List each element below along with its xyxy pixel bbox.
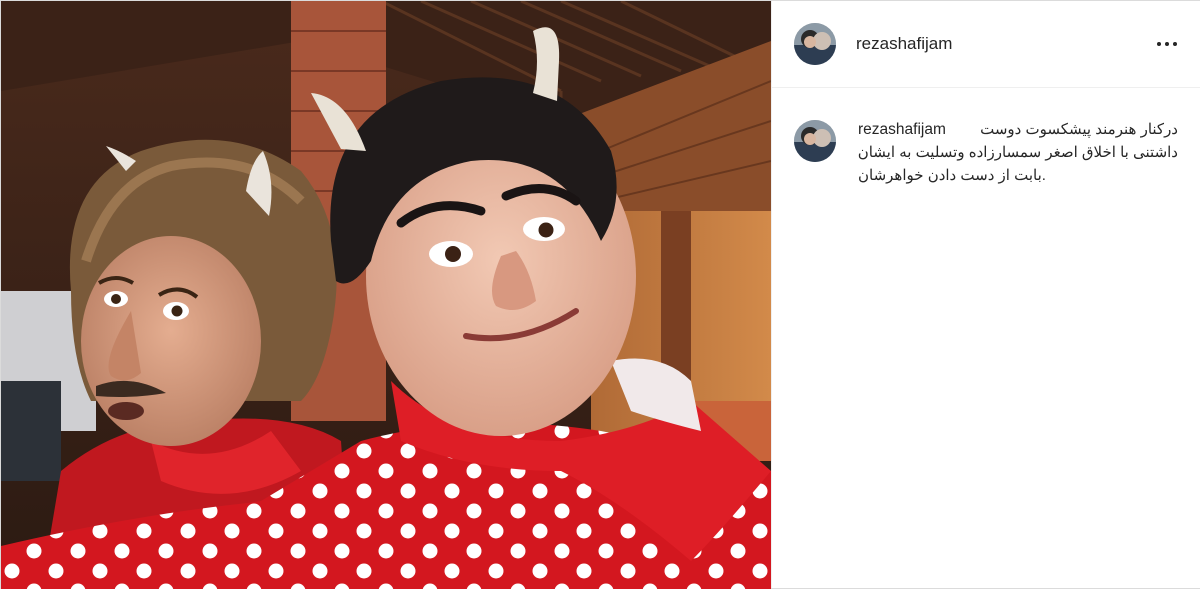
more-options-icon[interactable] <box>1152 29 1182 59</box>
avatar-image <box>794 120 836 162</box>
avatar-image <box>794 23 836 65</box>
caption-first-line: rezashafijam درکنار هنرمند پیشکسوت دوست <box>858 118 1178 141</box>
caption-text-line-3: .بابت از دست دادن خواهرشان <box>858 167 1046 184</box>
dot-icon <box>1173 42 1177 46</box>
post-photo[interactable] <box>1 1 771 589</box>
post-header: rezashafijam <box>772 1 1200 88</box>
caption-text-line-2: داشتنی با اخلاق اصغر سمسارزاده وتسلیت به… <box>857 144 1178 161</box>
post-image <box>1 1 771 589</box>
dot-icon <box>1165 42 1169 46</box>
caption-row: rezashafijam درکنار هنرمند پیشکسوت دوست … <box>772 88 1200 187</box>
caption-text-line-1: درکنار هنرمند پیشکسوت دوست <box>980 121 1178 138</box>
post-caption: rezashafijam درکنار هنرمند پیشکسوت دوست … <box>858 118 1178 187</box>
username-link[interactable]: rezashafijam <box>856 34 952 54</box>
avatar[interactable] <box>794 23 836 65</box>
caption-avatar[interactable] <box>794 120 836 162</box>
post-side-panel: rezashafijam rezashafijam درکنار هنرمند … <box>771 1 1200 588</box>
caption-username-link[interactable]: rezashafijam <box>858 118 946 141</box>
dot-icon <box>1157 42 1161 46</box>
instagram-post: rezashafijam rezashafijam درکنار هنرمند … <box>0 0 1200 589</box>
